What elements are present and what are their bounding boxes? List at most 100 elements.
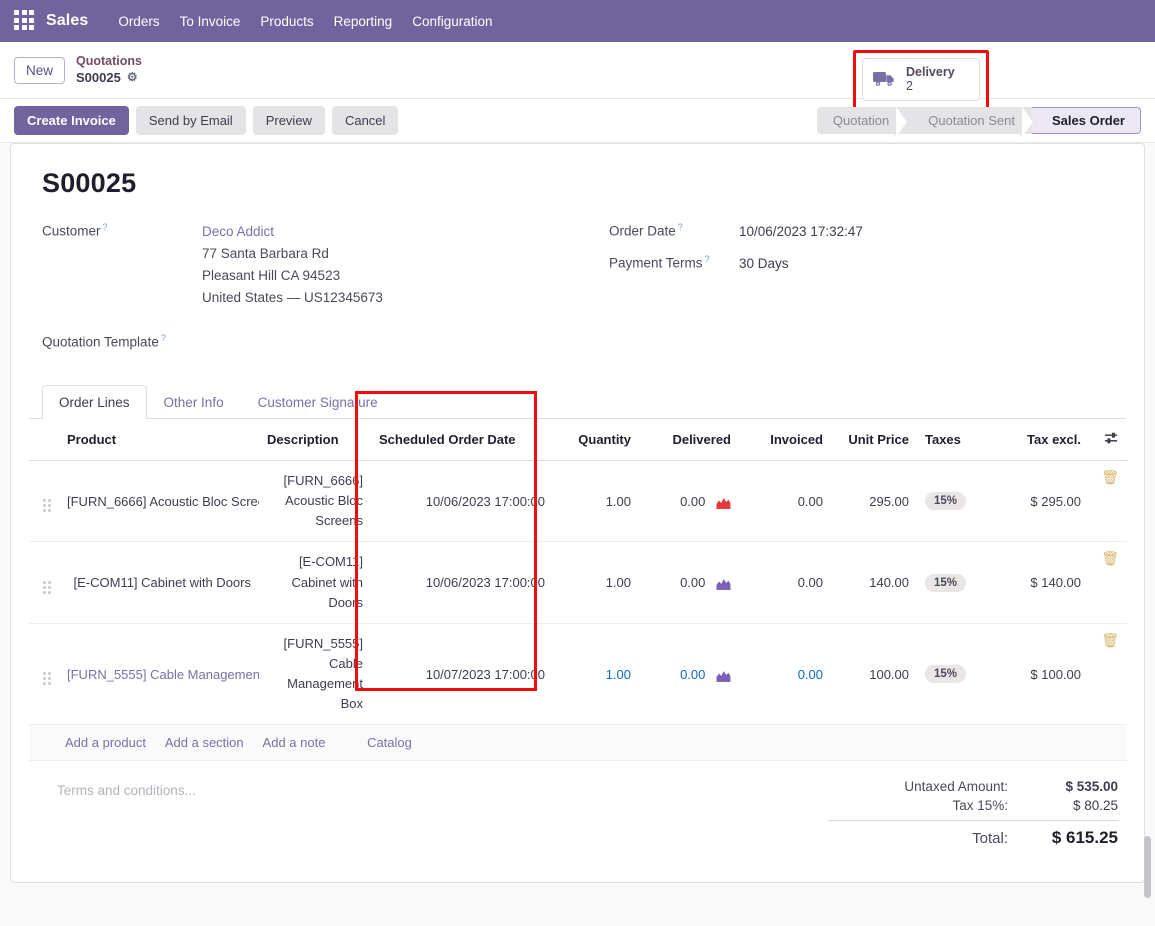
trash-icon[interactable]: 🗑	[1101, 469, 1119, 485]
catalog-link[interactable]: Catalog	[367, 735, 412, 750]
tax-label[interactable]: Tax 15%:	[952, 798, 1022, 813]
col-invoiced[interactable]: Invoiced	[739, 418, 831, 461]
cell-delivered[interactable]: 0.00	[639, 460, 739, 543]
cell-product[interactable]: [FURN_6666] Acoustic Bloc Screens	[59, 460, 259, 543]
gear-icon[interactable]: ⚙	[127, 70, 138, 85]
nav-orders[interactable]: Orders	[108, 8, 169, 35]
send-by-email-button[interactable]: Send by Email	[135, 106, 246, 135]
delivery-stat-label: Delivery	[906, 65, 955, 79]
cell-scheduled-order-date[interactable]: 10/07/2023 17:00:00	[371, 623, 553, 726]
area-chart-icon[interactable]	[716, 578, 731, 591]
drag-handle-icon[interactable]	[29, 623, 59, 726]
col-taxes[interactable]: Taxes	[917, 418, 985, 461]
cell-delete[interactable]: 🗑	[1089, 460, 1127, 543]
help-icon[interactable]: ?	[705, 254, 710, 264]
stage-quotation[interactable]: Quotation	[816, 107, 908, 137]
cell-scheduled-order-date[interactable]: 10/06/2023 17:00:00	[371, 541, 553, 624]
cell-delivered[interactable]: 0.00	[639, 541, 739, 624]
cell-invoiced[interactable]: 0.00	[739, 460, 831, 543]
cell-tax-excl: $ 140.00	[985, 541, 1089, 624]
trash-icon[interactable]: 🗑	[1101, 632, 1119, 648]
cell-invoiced[interactable]: 0.00	[739, 541, 831, 624]
tab-customer-signature[interactable]: Customer Signature	[241, 385, 395, 419]
customer-link[interactable]: Deco Addict	[202, 221, 383, 243]
table-row[interactable]: [FURN_6666] Acoustic Bloc Screens [FURN_…	[29, 460, 1127, 543]
create-invoice-button[interactable]: Create Invoice	[14, 106, 129, 135]
vertical-scrollbar[interactable]	[1144, 836, 1151, 898]
sliders-icon[interactable]	[1104, 431, 1119, 445]
cell-unit-price[interactable]: 140.00	[831, 541, 917, 624]
nav-to-invoice[interactable]: To Invoice	[170, 8, 251, 35]
drag-handle-icon[interactable]	[29, 460, 59, 543]
stage-sales-order[interactable]: Sales Order	[1032, 107, 1141, 134]
customer-address-line-1: 77 Santa Barbara Rd	[202, 245, 329, 261]
drag-handle-icon[interactable]	[29, 541, 59, 624]
col-product[interactable]: Product	[59, 418, 259, 461]
cell-description[interactable]: [FURN_5555] Cable Management Box	[259, 623, 371, 726]
cell-product[interactable]: [E-COM11] Cabinet with Doors	[59, 541, 259, 624]
help-icon[interactable]: ?	[103, 222, 108, 232]
add-a-note-link[interactable]: Add a note	[263, 735, 326, 750]
col-optional-toggle[interactable]	[1089, 418, 1127, 461]
cell-delete[interactable]: 🗑	[1089, 623, 1127, 726]
new-button[interactable]: New	[14, 56, 66, 84]
terms-and-conditions-input[interactable]: Terms and conditions...	[37, 777, 828, 850]
tab-other-info[interactable]: Other Info	[147, 385, 241, 419]
nav-reporting[interactable]: Reporting	[324, 8, 403, 35]
nav-products[interactable]: Products	[250, 8, 323, 35]
col-unit-price[interactable]: Unit Price	[831, 418, 917, 461]
area-chart-icon[interactable]	[716, 497, 731, 509]
untaxed-amount-label: Untaxed Amount:	[904, 779, 1008, 795]
add-links-row: Add a product Add a section Add a note C…	[29, 724, 1127, 762]
cell-description[interactable]: [FURN_6666] Acoustic Bloc Screens	[259, 460, 371, 543]
cell-description[interactable]: [E-COM11] Cabinet with Doors	[259, 541, 371, 624]
stage-quotation-sent[interactable]: Quotation Sent	[906, 107, 1033, 137]
help-icon[interactable]: ?	[678, 222, 683, 232]
customer-address-line-2: Pleasant Hill CA 94523	[202, 267, 341, 283]
cell-taxes[interactable]: 15%	[917, 541, 985, 624]
cell-delete[interactable]: 🗑	[1089, 541, 1127, 624]
trash-icon[interactable]: 🗑	[1101, 550, 1119, 566]
cell-delivered-value: 0.00	[680, 666, 706, 682]
field-payment-terms-value[interactable]: 30 Days	[739, 253, 789, 275]
app-brand-sales[interactable]: Sales	[46, 12, 88, 30]
add-a-section-link[interactable]: Add a section	[165, 735, 244, 750]
field-order-date-value[interactable]: 10/06/2023 17:32:47	[739, 221, 863, 243]
record-sheet: S00025 Customer? Deco Addict 77 Santa Ba…	[10, 143, 1145, 883]
preview-button[interactable]: Preview	[252, 106, 325, 135]
cell-product[interactable]: [FURN_5555] Cable Management Box	[59, 623, 259, 726]
cell-unit-price[interactable]: 295.00	[831, 460, 917, 543]
cell-quantity[interactable]: 1.00	[553, 541, 639, 624]
total-label: Total:	[972, 830, 1008, 848]
form-scroll-area[interactable]: S00025 Customer? Deco Addict 77 Santa Ba…	[0, 143, 1155, 926]
col-scheduled-order-date[interactable]: Scheduled Order Date	[371, 418, 553, 461]
nav-configuration[interactable]: Configuration	[402, 8, 502, 35]
cell-quantity[interactable]: 1.00	[553, 623, 639, 726]
col-delivered[interactable]: Delivered	[639, 418, 739, 461]
col-quantity[interactable]: Quantity	[553, 418, 639, 461]
area-chart-icon[interactable]	[716, 670, 731, 682]
cell-delivered[interactable]: 0.00	[639, 623, 739, 726]
page-title: S00025	[42, 168, 137, 198]
help-icon[interactable]: ?	[161, 333, 166, 343]
add-a-product-link[interactable]: Add a product	[65, 735, 146, 750]
field-payment-terms-label: Payment Terms?	[609, 253, 739, 271]
cell-quantity[interactable]: 1.00	[553, 460, 639, 543]
apps-grid-icon[interactable]	[14, 10, 36, 32]
cancel-button[interactable]: Cancel	[331, 106, 399, 135]
table-row[interactable]: [E-COM11] Cabinet with Doors [E-COM11] C…	[29, 541, 1127, 624]
cell-invoiced[interactable]: 0.00	[739, 623, 831, 726]
delivery-smart-button[interactable]: Delivery 2	[862, 58, 980, 101]
tab-order-lines[interactable]: Order Lines	[42, 384, 147, 419]
cell-taxes[interactable]: 15%	[917, 623, 985, 726]
col-description[interactable]: Description	[259, 418, 371, 461]
breadcrumb-quotations[interactable]: Quotations	[76, 54, 142, 70]
cell-taxes[interactable]: 15%	[917, 460, 985, 543]
cell-tax-excl: $ 100.00	[985, 623, 1089, 726]
form-groups: Customer? Deco Addict 77 Santa Barbara R…	[29, 221, 1126, 359]
cell-unit-price[interactable]: 100.00	[831, 623, 917, 726]
cell-tax-excl: $ 295.00	[985, 460, 1089, 543]
table-row[interactable]: [FURN_5555] Cable Management Box [FURN_5…	[29, 623, 1127, 726]
col-tax-excl[interactable]: Tax excl.	[985, 418, 1089, 461]
cell-scheduled-order-date[interactable]: 10/06/2023 17:00:00	[371, 460, 553, 543]
